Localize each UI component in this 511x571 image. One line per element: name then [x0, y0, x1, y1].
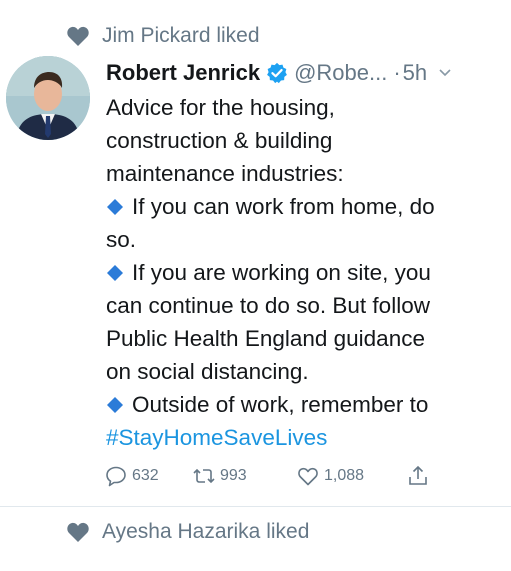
like-count: 1,088: [324, 467, 365, 484]
social-context: Jim Pickard liked: [66, 22, 260, 50]
social-context-text[interactable]: Jim Pickard liked: [102, 24, 260, 48]
tweet-line: Outside of work, remember to: [132, 392, 429, 417]
verified-badge-icon: [267, 62, 287, 84]
avatar-image: [6, 56, 90, 140]
share-icon: [409, 465, 427, 485]
retweet-icon: [193, 468, 215, 484]
tweet-line: Public Health England guidance: [106, 326, 425, 351]
tweet-line: construction & building: [106, 128, 333, 153]
tweet-bullet-line: If you are working on site, you: [106, 256, 502, 289]
divider: [0, 506, 511, 507]
tweet-bullet-line: Outside of work, remember to: [106, 388, 502, 421]
author-handle[interactable]: @Robe...: [294, 60, 387, 86]
tweet-line: so.: [106, 227, 137, 252]
diamond-icon: [107, 397, 123, 413]
like-icon: [298, 467, 318, 486]
tweet-line: If you are working on site, you: [132, 260, 431, 285]
hashtag-link[interactable]: #StayHomeSaveLives: [106, 421, 502, 454]
diamond-icon: [107, 199, 123, 215]
share-button[interactable]: [406, 464, 430, 488]
tweet-actions: 632 993 1,088: [104, 462, 430, 490]
next-social-context: Ayesha Hazarika liked: [66, 518, 309, 546]
tweet-line: maintenance industries:: [106, 161, 344, 186]
like-button[interactable]: 1,088: [296, 464, 406, 488]
tweet-line: can continue to do so. But follow: [106, 293, 430, 318]
diamond-icon: [107, 265, 123, 281]
next-social-context-text[interactable]: Ayesha Hazarika liked: [102, 520, 309, 544]
tweet-header: Robert Jenrick @Robe... · 5h: [106, 56, 497, 90]
separator-dot: ·: [393, 60, 401, 85]
retweet-count: 993: [220, 467, 247, 484]
timestamp[interactable]: 5h: [403, 60, 427, 86]
reply-button[interactable]: 632: [104, 464, 192, 488]
tweet-line: Advice for the housing,: [106, 95, 335, 120]
author-name[interactable]: Robert Jenrick: [106, 60, 260, 86]
heart-icon: [67, 26, 89, 46]
chevron-down-icon[interactable]: [437, 65, 453, 81]
heart-icon: [67, 522, 89, 542]
tweet-text: Advice for the housing, construction & b…: [106, 91, 502, 454]
reply-icon: [106, 466, 126, 487]
tweet-line: If you can work from home, do: [132, 194, 435, 219]
avatar[interactable]: [6, 56, 90, 140]
retweet-button[interactable]: 993: [192, 464, 296, 488]
reply-count: 632: [132, 467, 159, 484]
tweet-bullet-line: If you can work from home, do: [106, 190, 502, 223]
tweet-line: on social distancing.: [106, 359, 309, 384]
